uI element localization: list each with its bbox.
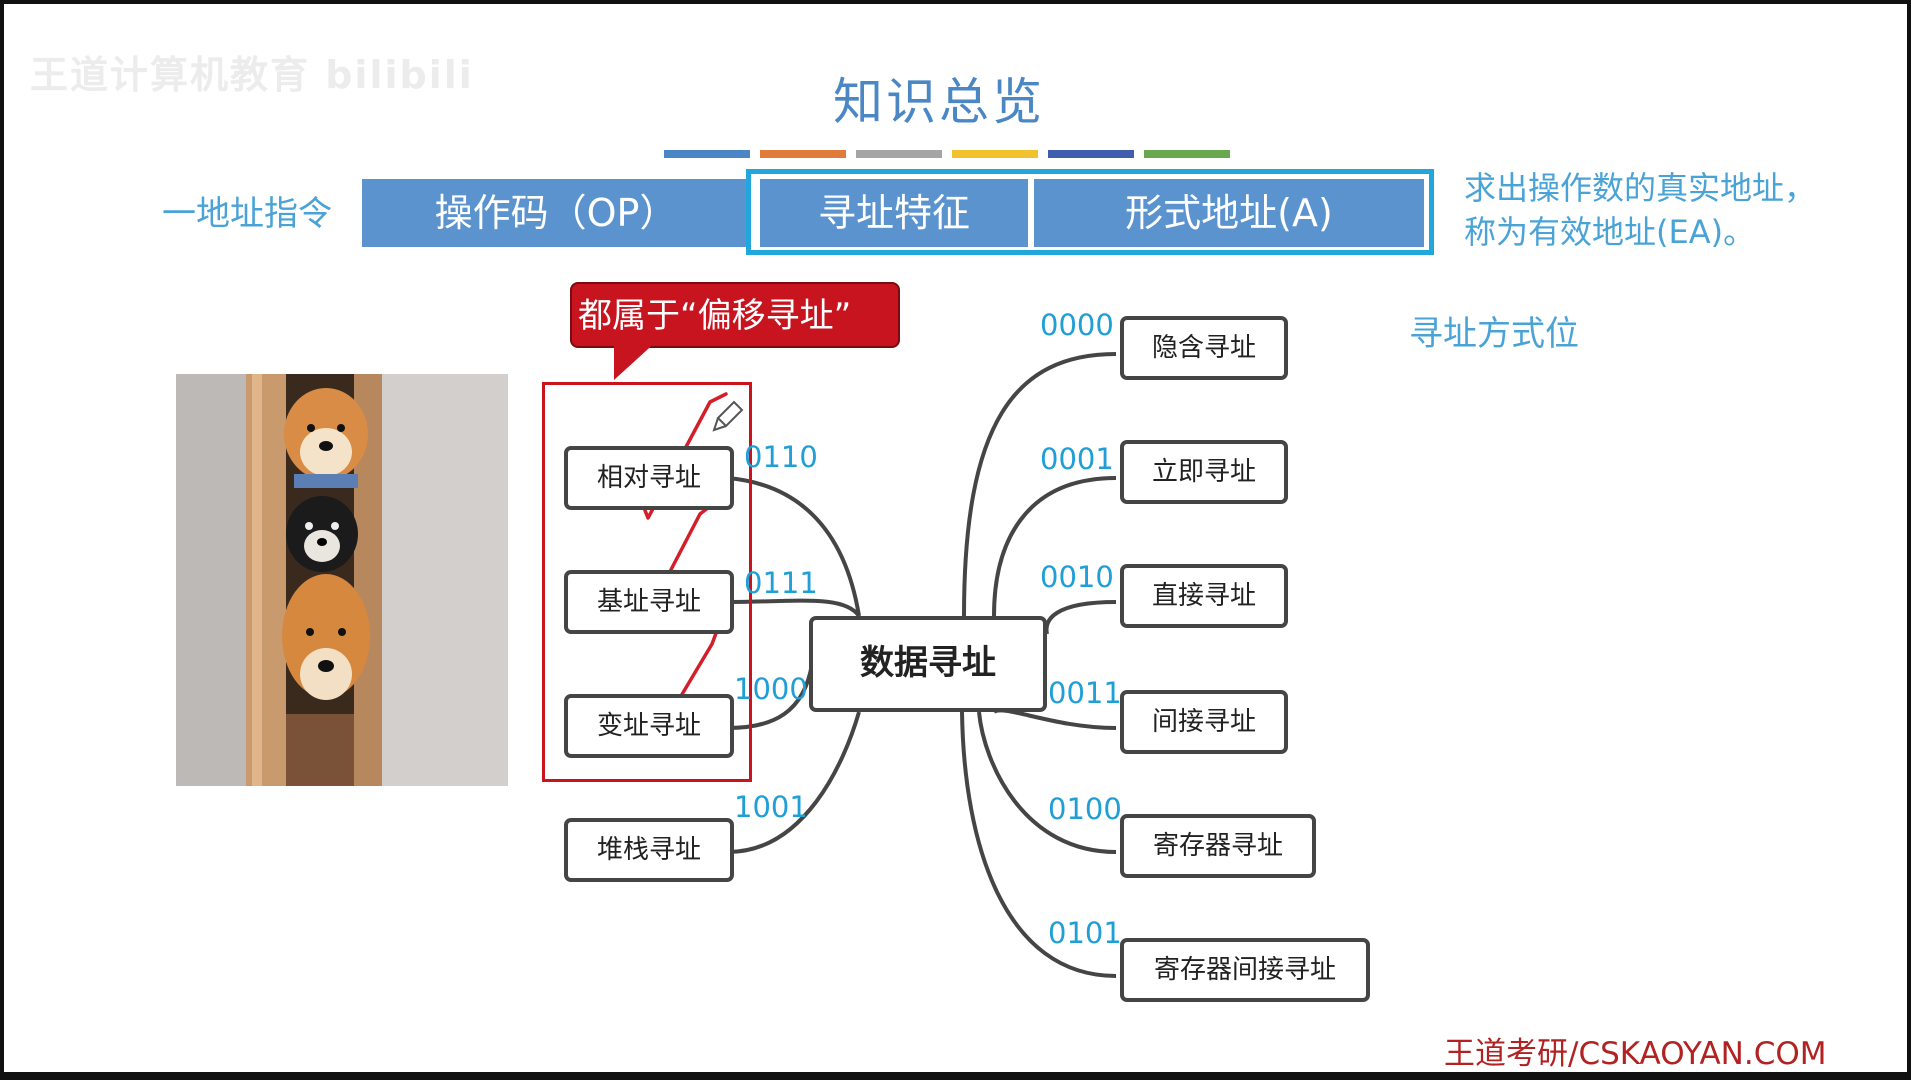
node-relative: 相对寻址: [564, 446, 734, 510]
node-register: 寄存器寻址: [1120, 814, 1316, 878]
node-register-indirect: 寄存器间接寻址: [1120, 938, 1370, 1002]
node-direct: 直接寻址: [1120, 564, 1288, 628]
code-register-indirect: 0101: [1048, 916, 1122, 950]
code-base: 0111: [744, 566, 818, 600]
node-index: 变址寻址: [564, 694, 734, 758]
slide: 王道计算机教育 bilibili 知识总览 一地址指令 操作码（OP） 寻址特征…: [4, 4, 1907, 1072]
mindmap-connectors: [624, 352, 1117, 978]
offset-callout: 都属于“偏移寻址”: [570, 282, 900, 348]
code-implied: 0000: [1040, 308, 1114, 342]
code-relative: 0110: [744, 440, 818, 474]
code-indirect: 0011: [1048, 676, 1122, 710]
code-direct: 0010: [1040, 560, 1114, 594]
code-immediate: 0001: [1040, 442, 1114, 476]
node-data-addressing: 数据寻址: [809, 616, 1047, 712]
code-stack: 1001: [734, 790, 808, 824]
node-stack: 堆栈寻址: [564, 818, 734, 882]
callout-pointer: [614, 340, 658, 380]
node-indirect: 间接寻址: [1120, 690, 1288, 754]
node-implied: 隐含寻址: [1120, 316, 1288, 380]
node-immediate: 立即寻址: [1120, 440, 1288, 504]
code-index: 1000: [734, 672, 808, 706]
node-base: 基址寻址: [564, 570, 734, 634]
code-register: 0100: [1048, 792, 1122, 826]
footer-brand: 王道考研/CSKAOYAN.COM: [1444, 1036, 1827, 1072]
